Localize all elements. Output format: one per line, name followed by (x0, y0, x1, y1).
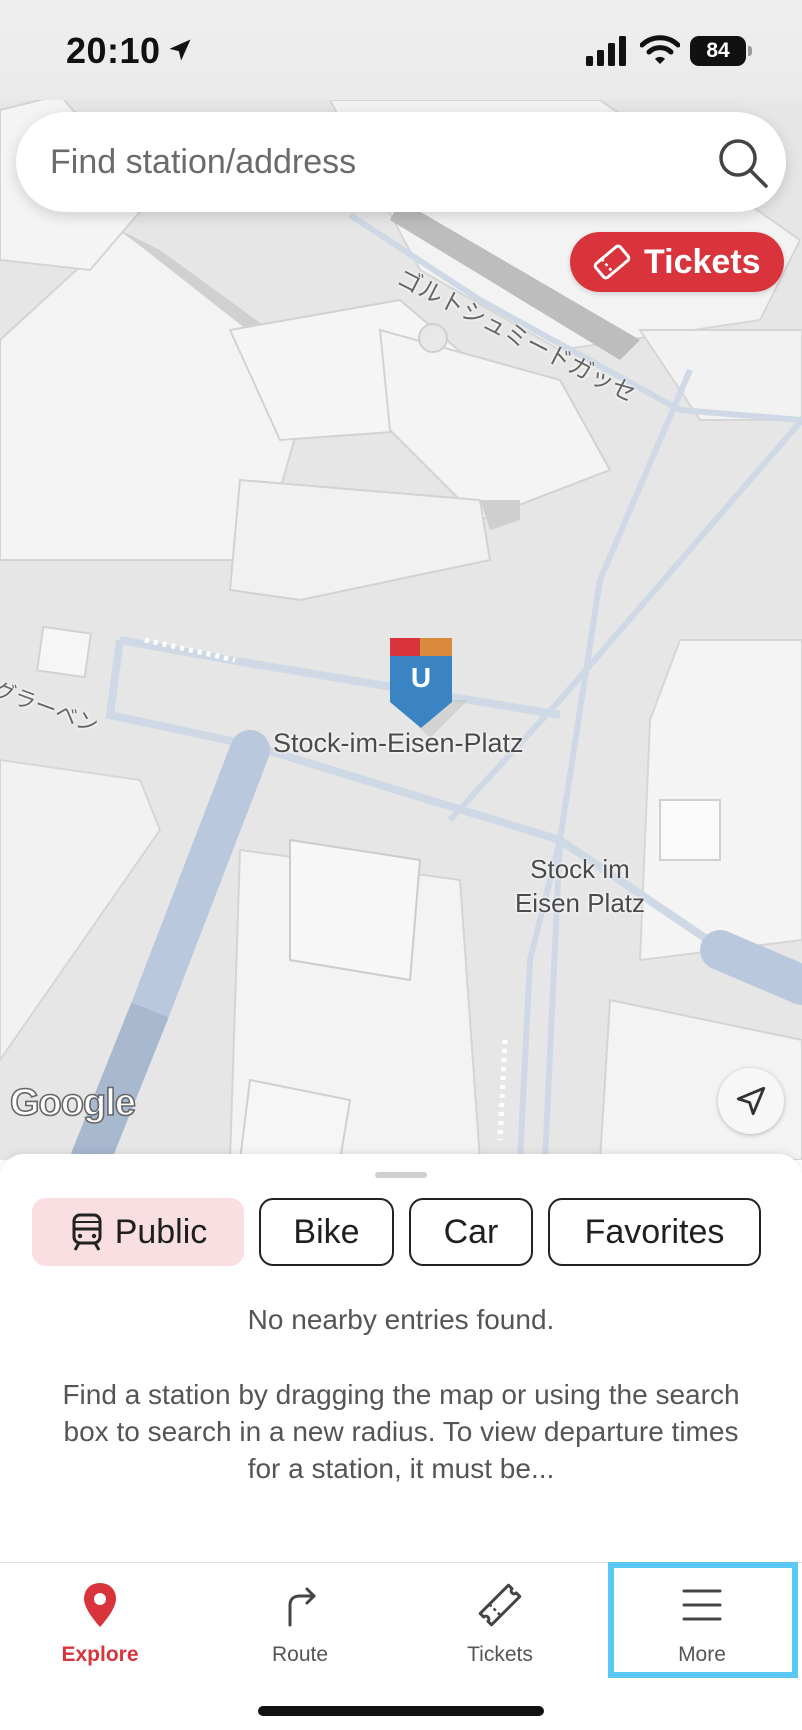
tab-explore-label: Explore (61, 1643, 139, 1666)
search-icon[interactable] (716, 136, 770, 190)
mode-chip-favorites-label: Favorites (584, 1212, 725, 1251)
sheet-grabber[interactable] (375, 1172, 427, 1178)
more-tab-highlight (608, 1562, 798, 1678)
home-indicator[interactable] (258, 1706, 544, 1716)
stop-label[interactable]: Stock im Eisen Platz (510, 852, 650, 920)
bottom-sheet[interactable]: Public Bike Car Favorites No nearby entr… (0, 1154, 802, 1562)
google-attribution: Google (9, 1081, 136, 1125)
mode-chip-bike[interactable]: Bike (259, 1198, 394, 1266)
my-location-button[interactable] (718, 1068, 784, 1134)
mode-chip-car[interactable]: Car (409, 1198, 533, 1266)
tickets-button[interactable]: Tickets (570, 232, 784, 292)
route-arrow-icon (288, 1587, 316, 1627)
status-bar: 20:10 84 (0, 0, 802, 100)
stop-label-line2: Eisen Platz (514, 888, 646, 918)
mode-chip-public[interactable]: Public (32, 1198, 244, 1266)
tab-route-label: Route (271, 1643, 329, 1666)
location-arrow-icon (736, 1086, 766, 1116)
location-services-icon (169, 39, 191, 61)
mode-chip-car-label: Car (443, 1212, 499, 1251)
marker-letter: U (410, 662, 432, 693)
station-label[interactable]: Stock-im-Eisen-Platz (273, 728, 524, 759)
wifi-icon (640, 35, 680, 64)
tab-tickets[interactable]: Tickets (400, 1563, 600, 1683)
empty-state-title: No nearby entries found. (247, 1304, 555, 1335)
mode-chip-public-label: Public (114, 1212, 208, 1251)
search-bar[interactable] (16, 112, 786, 212)
pin-icon (84, 1583, 116, 1627)
status-time: 20:10 (66, 30, 161, 71)
search-input[interactable] (50, 134, 670, 190)
empty-state-body: Find a station by dragging the map or us… (62, 1379, 740, 1484)
ticket-icon (478, 1583, 522, 1627)
stop-label-line1: Stock im (530, 854, 630, 884)
tab-route[interactable]: Route (200, 1563, 400, 1683)
tab-tickets-label: Tickets (467, 1643, 533, 1666)
tickets-button-label: Tickets (644, 242, 761, 281)
battery-icon: 84 (690, 36, 752, 66)
cellular-signal-icon (586, 36, 626, 66)
mode-chip-favorites[interactable]: Favorites (548, 1198, 761, 1266)
battery-nub (748, 46, 752, 56)
tab-explore[interactable]: Explore (0, 1563, 200, 1683)
ticket-icon (593, 244, 631, 280)
battery-level: 84 (690, 36, 746, 66)
tram-icon (72, 1213, 102, 1251)
mode-chip-bike-label: Bike (293, 1212, 360, 1251)
